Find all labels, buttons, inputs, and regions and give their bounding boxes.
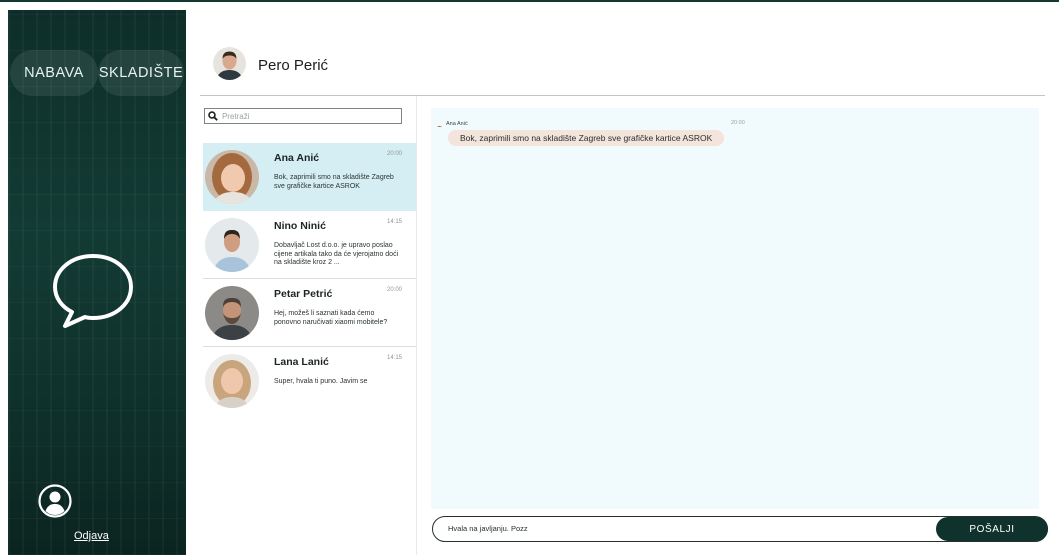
conversation-name: Lana Lanić xyxy=(274,356,329,368)
conversation-time: 14:15 xyxy=(386,219,402,225)
conversation-time: 20:00 xyxy=(386,151,402,157)
message-time: 20:00 xyxy=(731,120,745,126)
conversation-item[interactable]: Petar Petrić 20:00 Hej, možeš li saznati… xyxy=(203,279,416,347)
chat-panel: Ana Anić 20:00 Bok, zaprimili smo na skl… xyxy=(431,108,1039,509)
nav-button-skladiste[interactable]: SKLADIŠTE xyxy=(98,50,184,96)
conversation-name: Ana Anić xyxy=(274,152,320,164)
conversation-preview: Dobavljač Lost d.o.o. je upravo poslao c… xyxy=(274,242,399,266)
conversation-item[interactable]: Nino Ninić 14:15 Dobavljač Lost d.o.o. j… xyxy=(203,211,416,279)
conversation-name: Nino Ninić xyxy=(274,220,326,232)
conversation-preview: Hej, možeš li saznati kada ćemo ponovno … xyxy=(274,310,388,326)
panel-divider xyxy=(416,96,417,555)
nav-button-nabava[interactable]: NABAVA xyxy=(10,50,98,96)
send-button[interactable]: POŠALJI xyxy=(936,517,1048,541)
message-bubble: Bok, zaprimili smo na skladište Zagreb s… xyxy=(448,130,725,146)
logout-link[interactable]: Odjava xyxy=(74,530,109,542)
conversation-list: Ana Anić 20:00 Bok, zaprimili smo na skl… xyxy=(203,143,416,415)
sender-avatar xyxy=(436,120,443,127)
conversation-time: 20:00 xyxy=(386,287,402,293)
search-box[interactable] xyxy=(204,108,402,124)
message-input[interactable] xyxy=(448,524,928,533)
conversation-preview: Bok, zaprimili smo na skladište Zagreb s… xyxy=(274,174,394,190)
avatar xyxy=(205,150,259,204)
avatar xyxy=(205,286,259,340)
conversation-item[interactable]: Ana Anić 20:00 Bok, zaprimili smo na skl… xyxy=(203,143,416,211)
contact-avatar xyxy=(213,47,246,80)
avatar xyxy=(205,218,259,272)
conversation-item[interactable]: Lana Lanić 14:15 Super, hvala ti puno. J… xyxy=(203,347,416,415)
search-input[interactable] xyxy=(221,111,401,121)
conversation-preview: Super, hvala ti puno. Javim se xyxy=(274,378,368,385)
chat-header: Pero Perić xyxy=(200,10,1045,96)
chat-bubble-icon xyxy=(53,254,133,328)
contact-name: Pero Perić xyxy=(258,57,329,74)
user-circle-icon[interactable] xyxy=(38,484,72,518)
message-sender: Ana Anić xyxy=(446,120,468,127)
message-meta: Ana Anić xyxy=(436,120,468,127)
avatar xyxy=(205,354,259,408)
top-border xyxy=(0,0,1059,10)
conversation-time: 14:15 xyxy=(386,355,402,361)
search-icon xyxy=(208,111,218,121)
conversation-name: Petar Petrić xyxy=(274,288,333,300)
sidebar: NABAVA SKLADIŠTE Odjava xyxy=(8,10,186,555)
